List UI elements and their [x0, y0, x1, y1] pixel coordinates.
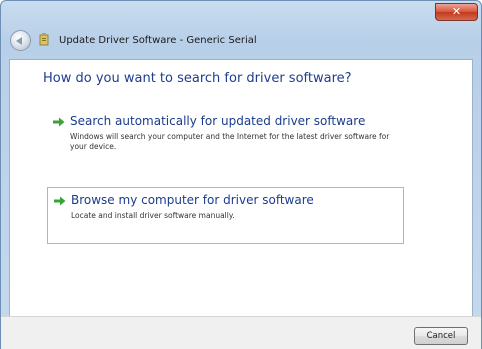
title-bar: Update Driver Software - Generic Serial … — [1, 1, 481, 59]
option-description: Locate and install driver software manua… — [71, 211, 235, 220]
update-driver-window: Update Driver Software - Generic Serial … — [0, 0, 482, 349]
browse-computer-option[interactable]: Browse my computer for driver software L… — [47, 187, 404, 244]
green-arrow-icon — [54, 196, 66, 206]
wizard-content: How do you want to search for driver sof… — [9, 59, 473, 316]
window-title: Update Driver Software - Generic Serial — [59, 35, 257, 46]
option-description: Windows will search your computer and th… — [70, 132, 390, 151]
option-title: Browse my computer for driver software — [71, 193, 314, 207]
search-automatically-option[interactable]: Search automatically for updated driver … — [47, 110, 404, 162]
close-icon: ✕ — [451, 5, 462, 18]
close-button[interactable]: ✕ — [435, 3, 478, 21]
option-title: Search automatically for updated driver … — [70, 114, 366, 128]
page-heading: How do you want to search for driver sof… — [43, 71, 352, 86]
back-button[interactable] — [10, 30, 31, 51]
green-arrow-icon — [53, 117, 65, 127]
driver-software-icon — [39, 33, 49, 46]
footer-bar: Cancel — [1, 316, 481, 349]
cancel-button[interactable]: Cancel — [414, 327, 468, 345]
